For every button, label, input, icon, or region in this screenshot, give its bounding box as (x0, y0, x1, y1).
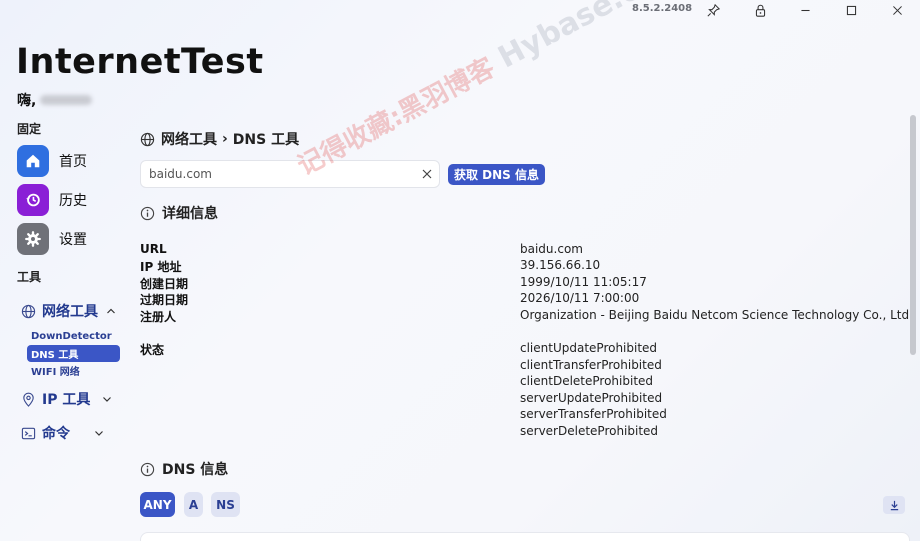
detail-label-ip: IP 地址 (140, 260, 182, 274)
minimize-icon (800, 9, 810, 11)
domain-input[interactable] (141, 167, 411, 181)
location-pin-icon (23, 392, 34, 407)
detail-value-expires: 2026/10/11 7:00:00 (520, 291, 640, 305)
sidebar-group-ip-tools[interactable]: IP 工具 (21, 389, 112, 409)
status-value: clientTransferProhibited (520, 357, 662, 372)
title-bar: 8.5.2.2408 (0, 0, 920, 20)
minimize-button[interactable] (790, 0, 820, 20)
sidebar-subitem-wifi-network[interactable]: WIFI 网络 (27, 362, 120, 379)
version-label: 8.5.2.2408 (632, 3, 693, 14)
dns-title: DNS 信息 (162, 462, 229, 478)
scrollbar[interactable] (910, 115, 916, 355)
dns-section-header: DNS 信息 (140, 459, 228, 479)
record-type-any[interactable]: ANY (140, 492, 175, 517)
detail-label-created: 创建日期 (140, 277, 189, 291)
app-title: InternetTest (16, 42, 264, 82)
globe-icon (140, 132, 155, 146)
detail-value-created: 1999/10/11 11:05:17 (520, 275, 647, 289)
detail-label-expires: 过期日期 (140, 293, 189, 307)
sidebar-item-home[interactable]: 首页 (17, 145, 87, 177)
lock-button[interactable] (745, 0, 775, 20)
chevron-down-icon (95, 431, 103, 436)
chevron-down-icon (103, 397, 112, 402)
home-icon (17, 145, 49, 177)
gear-icon (17, 223, 49, 255)
detail-value-url: baidu.com (520, 242, 583, 256)
details-section-header: 详细信息 (140, 203, 218, 223)
blurred-username (40, 95, 93, 105)
sidebar-group-label: IP 工具 (42, 392, 91, 408)
detail-label-status: 状态 (140, 343, 165, 357)
status-value: serverDeleteProhibited (520, 423, 659, 438)
greeting: 嗨, (17, 90, 93, 110)
sidebar-group-label: 命令 (42, 426, 70, 442)
breadcrumb: 网络工具 › DNS 工具 (140, 129, 299, 149)
pin-button[interactable] (698, 0, 728, 20)
detail-label-url: URL (140, 242, 167, 256)
status-value: serverTransferProhibited (520, 407, 667, 421)
sidebar-group-commands[interactable]: 命令 (21, 423, 104, 443)
record-type-ns[interactable]: NS (211, 492, 240, 517)
clear-icon[interactable] (421, 168, 433, 180)
detail-label-registrant: 注册人 (140, 310, 177, 324)
download-icon (890, 500, 898, 510)
tools-section-label: 工具 (17, 270, 42, 284)
sidebar-item-label: 首页 (59, 154, 87, 170)
command-icon (21, 427, 36, 439)
dns-results-panel (140, 532, 910, 541)
maximize-icon (846, 5, 856, 15)
sidebar-group-label: 网络工具 (42, 304, 98, 320)
lock-icon (755, 4, 765, 17)
breadcrumb-parent[interactable]: 网络工具 (161, 129, 217, 149)
info-icon (140, 206, 155, 220)
maximize-button[interactable] (836, 0, 866, 20)
globe-icon (21, 304, 36, 318)
detail-value-registrant: Organization - Beijing Baidu Netcom Scie… (520, 308, 913, 322)
record-type-a[interactable]: A (184, 492, 203, 517)
close-icon (892, 5, 902, 15)
details-title: 详细信息 (162, 206, 218, 222)
status-list: clientUpdateProhibited clientTransferPro… (520, 340, 667, 439)
sidebar-subitem-downdetector[interactable]: DownDetector (27, 328, 120, 345)
pinned-section-label: 固定 (17, 122, 42, 136)
fetch-dns-button[interactable]: 获取 DNS 信息 (448, 164, 546, 185)
sidebar-item-settings[interactable]: 设置 (17, 223, 87, 255)
history-icon (17, 184, 49, 216)
greeting-prefix: 嗨, (17, 93, 37, 109)
download-button[interactable] (883, 496, 905, 514)
status-value: serverUpdateProhibited (520, 390, 663, 405)
info-icon (140, 462, 155, 476)
breadcrumb-current: DNS 工具 (232, 132, 300, 148)
breadcrumb-separator: › (222, 131, 228, 147)
sidebar-item-label: 历史 (59, 193, 87, 209)
sidebar-item-history[interactable]: 历史 (17, 184, 87, 216)
status-value: clientDeleteProhibited (520, 374, 654, 388)
sidebar-subitem-dns-tools[interactable]: DNS 工具 (27, 345, 120, 362)
status-value: clientUpdateProhibited (520, 341, 658, 355)
detail-value-ip: 39.156.66.10 (520, 258, 601, 272)
sidebar-group-network-tools[interactable]: 网络工具 (21, 301, 116, 321)
pin-icon (706, 3, 720, 17)
sidebar-item-label: 设置 (59, 232, 87, 248)
watermark: 记得收藏:黑羽博客 Hybase.com (290, 0, 691, 183)
close-button[interactable] (882, 0, 912, 20)
chevron-up-icon (107, 308, 115, 314)
domain-search-box (140, 160, 440, 188)
